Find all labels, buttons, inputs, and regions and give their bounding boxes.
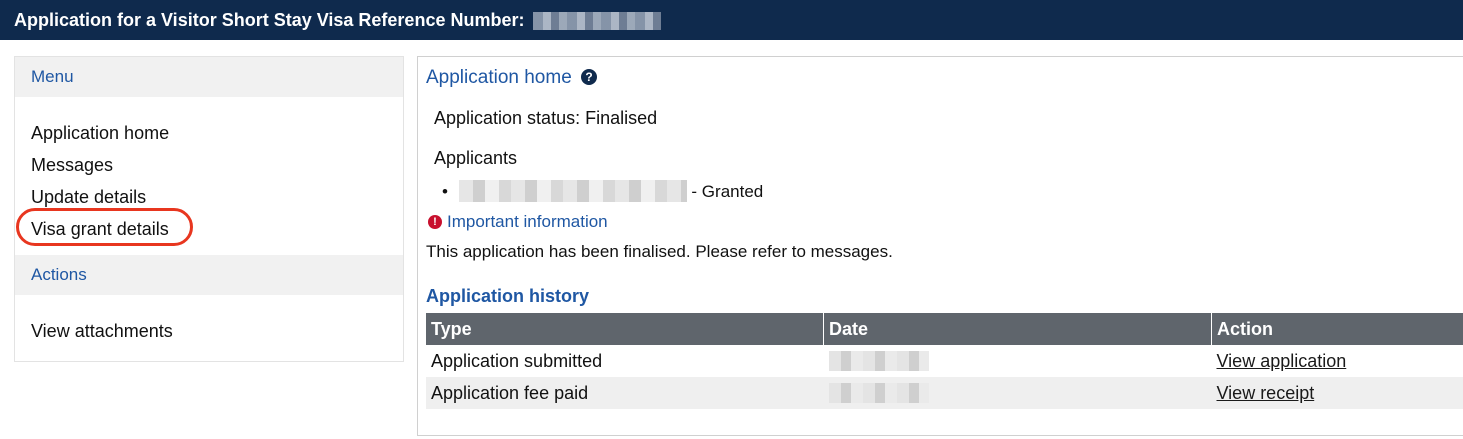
page-title: Application home ? [426,67,598,89]
menu-item-visa-grant-details[interactable]: Visa grant details [16,208,193,246]
column-header-date: Date [823,313,1212,345]
main-panel: Application home ? Application status: F… [417,56,1463,436]
view-application-link[interactable]: View application [1217,351,1347,371]
finalised-message: This application has been finalised. Ple… [426,242,893,261]
exclamation-circle-icon: ! [428,215,442,229]
header-title: Application for a Visitor Short Stay Vis… [14,10,525,30]
bullet-icon: • [442,182,448,201]
column-header-type: Type [426,313,824,345]
row-action: View receipt [1211,377,1463,409]
view-receipt-link[interactable]: View receipt [1217,383,1315,403]
row-action: View application [1212,345,1463,377]
important-information-link[interactable]: Important information [447,212,608,231]
actions-list: View attachments [15,295,403,357]
date-redacted [828,350,929,371]
sidebar: Menu Application home Messages Update de… [14,56,404,362]
table-row: Application submitted View application [426,345,1463,377]
table-header-row: Type Date Action [426,313,1463,345]
page-title-text: Application home [426,67,572,88]
applicants-heading: Applicants [434,148,518,168]
applicant-name-redacted [458,180,687,202]
menu-item-visa-grant-details-label: Visa grant details [31,219,169,239]
menu-item-update-details[interactable]: Update details [31,181,146,213]
row-date [823,377,1212,409]
table-row: Application fee paid View receipt [426,377,1463,409]
application-history-table: Type Date Action Application submitted V… [426,313,1463,409]
action-item-view-attachments[interactable]: View attachments [31,315,173,347]
important-information[interactable]: ! Important information [428,212,608,232]
application-status: Application status: Finalised [434,108,658,128]
actions-heading: Actions [15,255,403,295]
column-header-action: Action [1211,313,1463,345]
row-type: Application submitted [431,350,603,371]
question-circle-icon[interactable]: ? [581,69,598,85]
row-type: Application fee paid [426,377,824,409]
menu-heading: Menu [15,57,403,97]
history-heading: Application history [426,286,590,306]
menu-item-messages[interactable]: Messages [31,149,113,181]
date-redacted [828,382,929,403]
row-date [824,345,1212,377]
applicant-list-item: • - Granted [442,180,763,202]
menu-item-application-home[interactable]: Application home [31,117,169,149]
applicant-status: - Granted [691,182,764,201]
menu-list: Application home Messages Update details… [15,97,403,255]
page-header: Application for a Visitor Short Stay Vis… [0,0,1463,40]
reference-number-redacted [533,12,662,31]
